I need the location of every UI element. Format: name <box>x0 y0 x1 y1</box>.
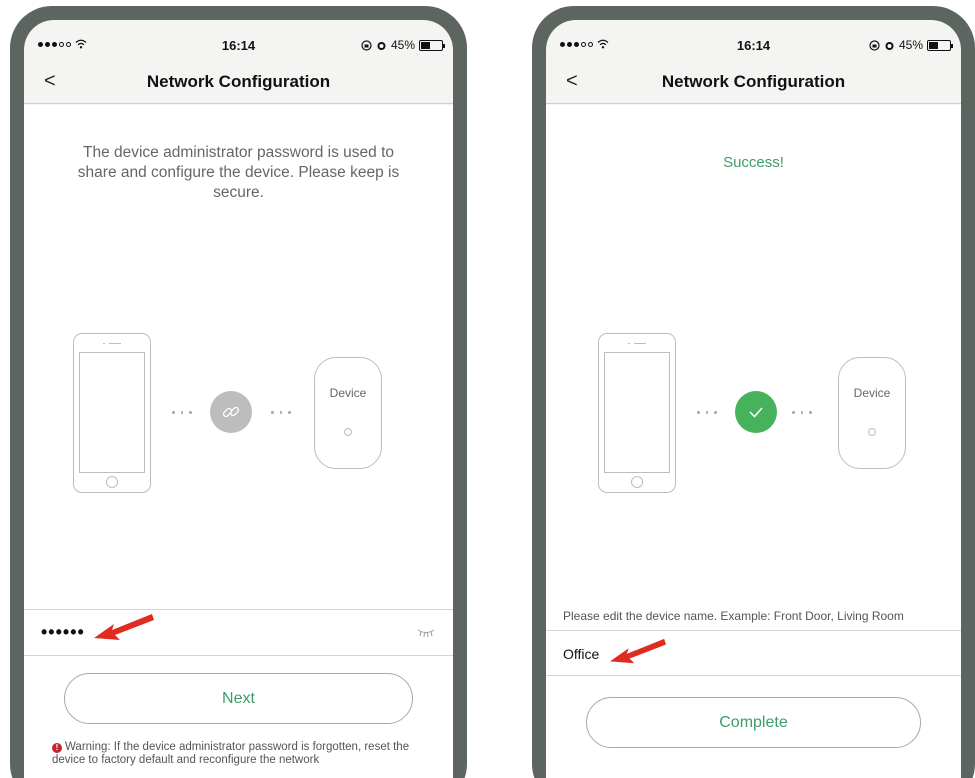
screen-left: 16:14 45% < Network Configuration The de… <box>24 20 453 778</box>
orientation-lock-icon <box>869 39 880 51</box>
status-bar: 16:14 45% <box>546 20 961 56</box>
device-name-value[interactable]: Office <box>563 646 599 662</box>
page-title: Network Configuration <box>146 72 331 91</box>
device-name-hint: Please edit the device name. Example: Fr… <box>563 609 904 623</box>
annotation-arrow-icon <box>94 614 154 640</box>
status-right: 45% <box>361 38 445 52</box>
eye-closed-icon[interactable] <box>417 628 435 638</box>
battery-level <box>929 41 938 49</box>
battery-icon <box>927 39 953 51</box>
dotted-connector-icon <box>172 411 192 414</box>
dotted-connector-icon <box>792 411 812 414</box>
smartphone-icon <box>73 333 151 493</box>
password-field[interactable]: •••••• <box>24 609 453 656</box>
success-message: Success! <box>723 154 784 171</box>
screen-right: 16:14 45% < Network Configuration Succes… <box>546 20 961 778</box>
next-button[interactable]: Next <box>64 673 413 724</box>
content-area: The device administrator password is use… <box>24 105 453 778</box>
complete-button[interactable]: Complete <box>586 697 921 748</box>
device-name-field[interactable]: Office <box>546 630 961 676</box>
password-description: The device administrator password is use… <box>77 144 400 201</box>
phone-frame-right: 16:14 45% < Network Configuration Succes… <box>532 6 975 778</box>
battery-icon <box>419 39 445 51</box>
device-led-icon <box>344 428 352 436</box>
alarm-icon <box>885 41 894 50</box>
warning-text: Warning: If the device administrator pas… <box>52 741 410 766</box>
status-right: 45% <box>869 38 953 52</box>
battery-level <box>421 41 430 49</box>
device-icon: Device <box>838 357 906 469</box>
device-led-icon <box>868 428 876 436</box>
smartphone-icon <box>598 333 676 493</box>
device-label: Device <box>853 386 891 400</box>
dotted-connector-icon <box>697 411 717 414</box>
connection-illustration: Device <box>24 325 453 495</box>
warning-icon: ! <box>52 743 62 753</box>
password-value[interactable]: •••••• <box>41 622 85 643</box>
orientation-lock-icon <box>361 39 372 51</box>
dotted-connector-icon <box>271 411 291 414</box>
page-title: Network Configuration <box>661 72 846 91</box>
battery-percent: 45% <box>390 38 415 52</box>
battery-percent: 45% <box>898 38 923 52</box>
checkmark-icon <box>735 391 777 433</box>
phone-frame-left: 16:14 45% < Network Configuration The de… <box>10 6 467 778</box>
device-label: Device <box>329 386 367 400</box>
nav-bar: < Network Configuration <box>24 64 453 104</box>
status-bar: 16:14 45% <box>24 20 453 56</box>
alarm-icon <box>377 41 386 50</box>
device-icon: Device <box>314 357 382 469</box>
link-icon <box>210 391 252 433</box>
connection-illustration: Device <box>546 325 961 495</box>
nav-bar: < Network Configuration <box>546 64 961 104</box>
annotation-arrow-icon <box>610 638 666 664</box>
warning-message: ! Warning: If the device administrator pa… <box>52 741 423 766</box>
content-area: Success! Device Please edit the device n… <box>546 105 961 778</box>
